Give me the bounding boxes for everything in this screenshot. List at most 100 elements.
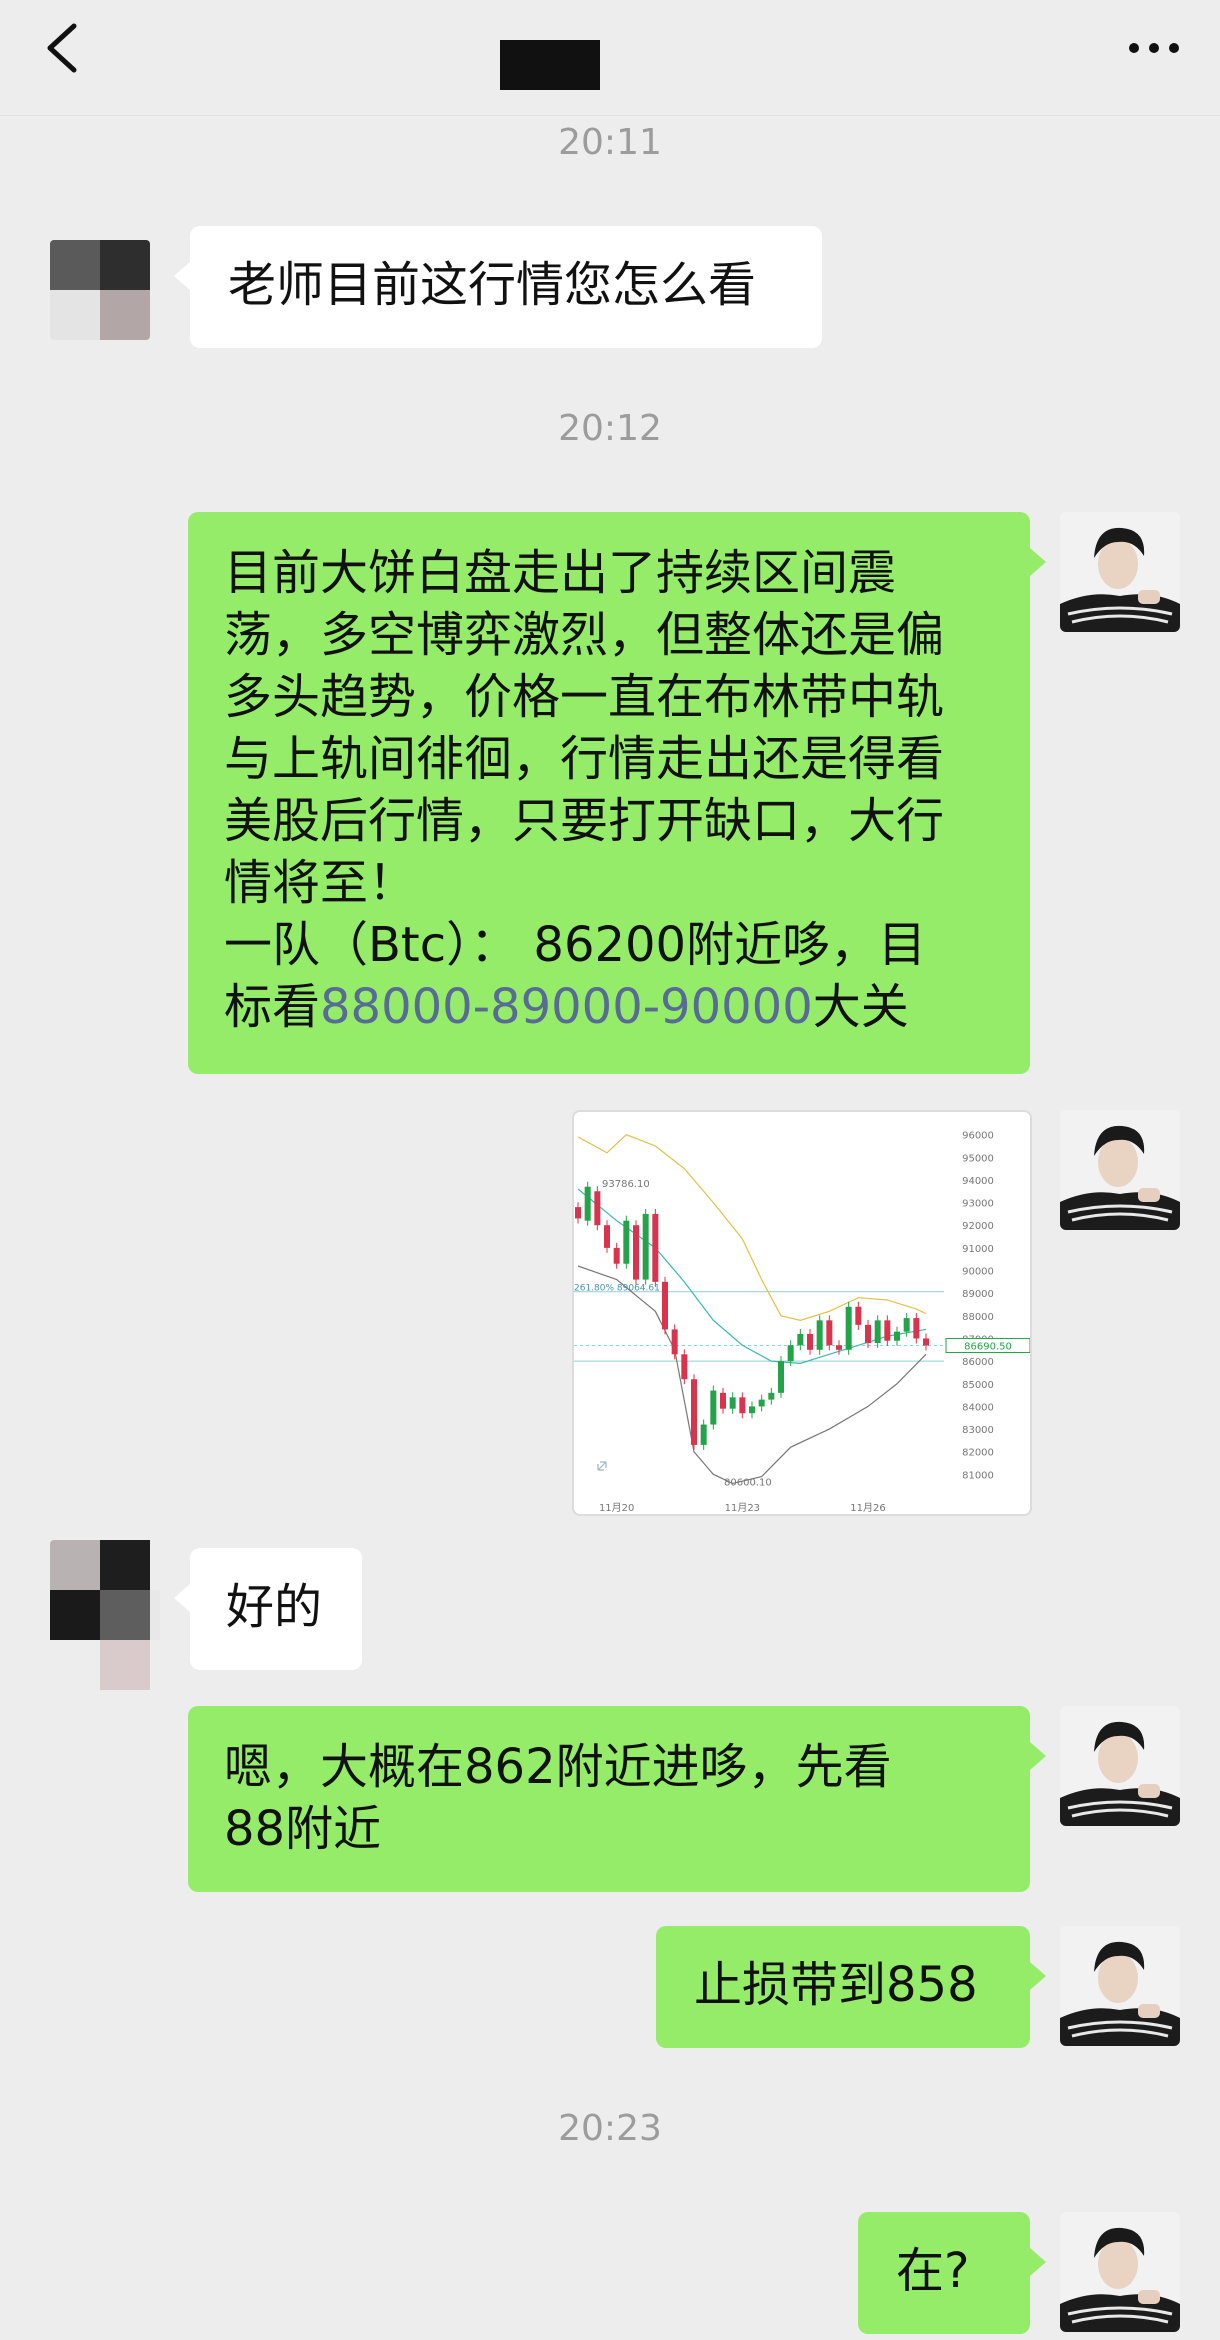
candle [865, 1324, 871, 1343]
message-bubble-outgoing[interactable]: 在? [858, 2212, 1046, 2334]
candle [739, 1397, 746, 1414]
candle [594, 1191, 601, 1226]
high-annotation: 93786.10 [602, 1179, 650, 1190]
candle [662, 1281, 668, 1330]
contact-avatar[interactable] [50, 1540, 160, 1690]
message-line: 荡，多空博弈激烈，但整体还是偏 [224, 607, 945, 663]
message-line: 多头趋势，价格一直在布林带中轨 [224, 669, 945, 725]
y-tick-label: 92000 [962, 1221, 994, 1232]
candle [749, 1406, 755, 1414]
candle [575, 1207, 581, 1219]
phone-number-link[interactable]: 88000-89000-90000 [320, 979, 813, 1035]
my-avatar[interactable] [1060, 1706, 1180, 1826]
fib-annotation: 261.80% 89064.61 [574, 1284, 660, 1294]
candle [836, 1345, 842, 1350]
timestamp: 20:12 [558, 408, 662, 449]
y-tick-label: 81000 [962, 1470, 994, 1481]
y-tick-label: 90000 [962, 1267, 994, 1278]
my-avatar[interactable] [1060, 2212, 1180, 2332]
candle [633, 1225, 639, 1280]
candle [768, 1392, 775, 1400]
x-tick-label: 11月26 [850, 1502, 885, 1514]
y-tick-label: 83000 [962, 1425, 994, 1436]
y-tick-label: 82000 [962, 1448, 994, 1459]
message-text: 好的 [226, 1579, 323, 1635]
message-line: 标看88000-89000-90000大关 [224, 976, 994, 1038]
message-text: 止损带到858 [694, 1957, 978, 2013]
y-tick-label: 88000 [962, 1312, 994, 1323]
timestamp: 20:23 [558, 2108, 662, 2149]
message-text: 大关 [812, 979, 909, 1035]
my-avatar[interactable] [1060, 1926, 1180, 2046]
candle [671, 1329, 678, 1355]
candle [623, 1220, 630, 1264]
message-text: 老师目前这行情您怎么看 [228, 257, 757, 313]
message-text: 标看 [224, 979, 321, 1035]
message-bubble-incoming[interactable]: 老师目前这行情您怎么看 [174, 226, 822, 348]
title-bar [0, 0, 1220, 116]
message-text: 在? [896, 2243, 970, 2299]
y-tick-label: 94000 [962, 1176, 994, 1187]
candle [797, 1333, 804, 1346]
candle [903, 1318, 910, 1332]
contact-avatar[interactable] [50, 240, 150, 340]
candle [913, 1318, 920, 1339]
candle [700, 1424, 707, 1445]
message-line: 与上轨间徘徊，行情走出还是得看 [224, 731, 945, 787]
candle [826, 1320, 833, 1346]
y-tick-label: 84000 [962, 1402, 994, 1413]
y-tick-label: 85000 [962, 1380, 994, 1391]
y-tick-label: 96000 [962, 1131, 994, 1142]
my-avatar[interactable] [1060, 1110, 1180, 1230]
candle [729, 1397, 736, 1409]
message-line: 目前大饼白盘走出了持续区间震 [224, 545, 897, 601]
candle [691, 1379, 697, 1445]
candle [778, 1361, 784, 1393]
candle [710, 1390, 717, 1425]
candle [720, 1392, 726, 1409]
message-line: 情将至！ [224, 855, 417, 911]
message-line: 嗯，大概在862附近进哆，先看 [224, 1739, 892, 1795]
y-tick-label: 95000 [962, 1153, 994, 1164]
bollinger-middle-band [577, 1188, 927, 1364]
y-tick-label: 89000 [962, 1289, 994, 1300]
message-line: 88附近 [224, 1801, 382, 1857]
message-bubble-outgoing[interactable]: 止损带到858 [656, 1926, 1046, 2048]
candle [923, 1338, 929, 1346]
expand-icon [597, 1461, 607, 1471]
candle [884, 1320, 891, 1341]
candle [584, 1186, 591, 1221]
candle [758, 1399, 765, 1407]
message-bubble-outgoing[interactable]: 目前大饼白盘走出了持续区间震 荡，多空博弈激烈，但整体还是偏 多头趋势，价格一直… [188, 512, 1046, 1074]
chart-image-message[interactable]: 96000 95000 94000 93000 92000 91000 90000 89000… [572, 1110, 1032, 1516]
candle [816, 1320, 823, 1350]
candle [894, 1331, 900, 1341]
message-line: 美股后行情，只要打开缺口，大行 [224, 793, 945, 849]
x-tick-label: 11月23 [725, 1502, 760, 1514]
candle [604, 1225, 610, 1248]
candle [874, 1320, 881, 1343]
back-icon[interactable] [36, 18, 96, 78]
message-line: 一队（Btc）： 86200附近哆，目 [224, 917, 927, 973]
y-tick-label: 93000 [962, 1199, 994, 1210]
candle [681, 1354, 688, 1380]
candle [787, 1345, 794, 1362]
y-tick-label: 91000 [962, 1244, 994, 1255]
more-icon[interactable] [1124, 28, 1184, 68]
timestamp: 20:11 [558, 122, 662, 163]
my-avatar[interactable] [1060, 512, 1180, 632]
x-tick-label: 11月20 [599, 1502, 634, 1514]
candle [613, 1247, 620, 1264]
candle [642, 1213, 649, 1280]
candle [807, 1333, 813, 1350]
low-annotation: 80600.10 [724, 1477, 772, 1488]
y-tick-label: 86000 [962, 1357, 994, 1368]
candlestick-chart: 96000 95000 94000 93000 92000 91000 90000 89000… [574, 1131, 1030, 1514]
candle [652, 1213, 659, 1282]
price-label: 86690.50 [964, 1341, 1012, 1352]
candle [845, 1306, 852, 1350]
candle [855, 1306, 862, 1325]
message-bubble-incoming[interactable]: 好的 [174, 1548, 362, 1670]
contact-name-redacted [500, 40, 600, 90]
message-bubble-outgoing[interactable]: 嗯，大概在862附近进哆，先看 88附近 [188, 1706, 1046, 1892]
